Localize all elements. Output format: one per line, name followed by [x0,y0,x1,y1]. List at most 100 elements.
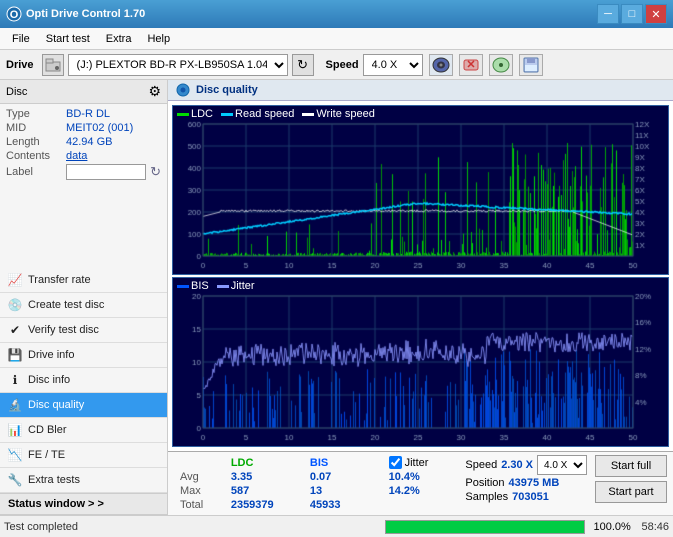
start-part-button[interactable]: Start part [595,481,667,503]
sidebar-label-transfer-rate: Transfer rate [28,274,91,286]
max-jitter: 14.2% [383,484,458,498]
chart1-legend: LDC Read speed Write speed [177,108,375,120]
menubar: File Start test Extra Help [0,28,673,50]
sidebar-item-transfer-rate[interactable]: 📈 Transfer rate [0,268,167,293]
drive-info-icon: 💾 [8,348,22,362]
samples-label: Samples [465,491,508,503]
sidebar-item-drive-info[interactable]: 💾 Drive info [0,343,167,368]
disc-quality-icon: 🔬 [8,398,22,412]
length-label: Length [6,136,66,148]
read-speed-legend-label: Read speed [235,108,294,120]
progress-bar-fill [386,521,584,533]
drivebar: Drive (J:) PLEXTOR BD-R PX-LB950SA 1.04 … [0,50,673,80]
statusbar: Test completed 100.0% 58:46 [0,515,673,537]
disc-options-icon[interactable]: ⚙ [148,83,161,100]
fe-te-icon: 📉 [8,448,22,462]
stats-table: LDC BIS Jitter Avg 3.35 0.07 [174,455,457,512]
main-area: Disc ⚙ Type BD-R DL MID MEIT02 (001) Len… [0,80,673,515]
status-window-label: Status window > > [8,498,104,510]
sidebar-item-extra-tests[interactable]: 🔧 Extra tests [0,468,167,493]
time-label: 58:46 [641,521,669,533]
speed-label: Speed [326,59,359,71]
mid-value: MEIT02 (001) [66,122,133,134]
drive-select[interactable]: (J:) PLEXTOR BD-R PX-LB950SA 1.04 [68,54,288,76]
jitter-legend-color [217,285,229,288]
status-text: Test completed [4,521,377,533]
sidebar-item-disc-info[interactable]: ℹ Disc info [0,368,167,393]
sidebar-item-cd-bler[interactable]: 📊 CD Bler [0,418,167,443]
disc-info-panel: Type BD-R DL MID MEIT02 (001) Length 42.… [0,104,167,268]
sidebar-item-verify-test-disc[interactable]: ✔ Verify test disc [0,318,167,343]
titlebar: O Opti Drive Control 1.70 ─ □ ✕ [0,0,673,28]
drive-refresh-icon[interactable]: ↻ [292,54,314,76]
sidebar-label-disc-quality: Disc quality [28,399,84,411]
drive-browse-icon[interactable] [42,54,64,76]
max-bis: 13 [304,484,365,498]
svg-text:✕: ✕ [466,59,475,71]
content-area: Disc quality LDC Read speed Wri [168,80,673,515]
sidebar-label-disc-info: Disc info [28,374,70,386]
type-label: Type [6,108,66,120]
write-speed-legend-color [302,113,314,116]
bis-chart: BIS Jitter [172,277,669,447]
close-button[interactable]: ✕ [645,4,667,24]
sidebar-item-disc-quality[interactable]: 🔬 Disc quality [0,393,167,418]
charts-area: LDC Read speed Write speed [168,101,673,451]
write-speed-legend-item: Write speed [302,108,375,120]
chart1-canvas [173,106,668,274]
contents-value[interactable]: data [66,150,87,162]
ldc-chart: LDC Read speed Write speed [172,105,669,275]
sidebar: Disc ⚙ Type BD-R DL MID MEIT02 (001) Len… [0,80,168,515]
status-section: Status window > > [0,493,167,515]
length-value: 42.94 GB [66,136,112,148]
samples-value: 703051 [512,491,549,503]
menu-start-test[interactable]: Start test [38,31,98,47]
stats-area: LDC BIS Jitter Avg 3.35 0.07 [168,451,673,515]
progress-bar [385,520,585,534]
type-value: BD-R DL [66,108,110,120]
menu-file[interactable]: File [4,31,38,47]
create-disc-icon: 💿 [8,298,22,312]
position-label: Position [465,477,504,489]
jitter-legend-label: Jitter [231,280,255,292]
start-full-button[interactable]: Start full [595,455,667,477]
max-ldc: 587 [225,484,304,498]
sidebar-label-cd-bler: CD Bler [28,424,67,436]
total-label: Total [174,498,225,512]
speed-info-panel: Speed 2.30 X 4.0 X Position 43975 MB Sam… [465,455,587,503]
chart2-canvas [173,278,668,446]
minimize-button[interactable]: ─ [597,4,619,24]
status-window-button[interactable]: Status window > > [0,494,167,515]
sidebar-label-drive-info: Drive info [28,349,74,361]
label-input[interactable] [66,164,146,180]
cd-bler-icon: 📊 [8,423,22,437]
disc-quality-header-icon [176,83,190,97]
ldc-legend-color [177,113,189,116]
avg-label: Avg [174,470,225,484]
toolbar-icon-1[interactable] [429,54,453,76]
sidebar-item-fe-te[interactable]: 📉 FE / TE [0,443,167,468]
app-title: Opti Drive Control 1.70 [26,8,595,20]
speed-select[interactable]: 4.0 X [363,54,423,76]
drive-label: Drive [6,59,34,71]
toolbar-icon-erase[interactable]: ✕ [459,54,483,76]
sidebar-label-extra-tests: Extra tests [28,474,80,486]
menu-help[interactable]: Help [139,31,178,47]
toolbar-icon-2[interactable] [489,54,513,76]
bis-legend-color [177,285,189,288]
disc-info-icon: ℹ [8,373,22,387]
menu-extra[interactable]: Extra [98,31,140,47]
max-label: Max [174,484,225,498]
ldc-legend-item: LDC [177,108,213,120]
maximize-button[interactable]: □ [621,4,643,24]
chart2-legend: BIS Jitter [177,280,255,292]
sidebar-item-create-test-disc[interactable]: 💿 Create test disc [0,293,167,318]
transfer-rate-icon: 📈 [8,273,22,287]
toolbar-icon-save[interactable] [519,54,543,76]
speed-select-dropdown[interactable]: 4.0 X [537,455,587,475]
bis-legend-label: BIS [191,280,209,292]
disc-section-header: Disc ⚙ [0,80,167,104]
label-refresh-icon[interactable]: ↻ [150,164,161,180]
jitter-checkbox[interactable] [389,456,402,469]
extra-tests-icon: 🔧 [8,473,22,487]
